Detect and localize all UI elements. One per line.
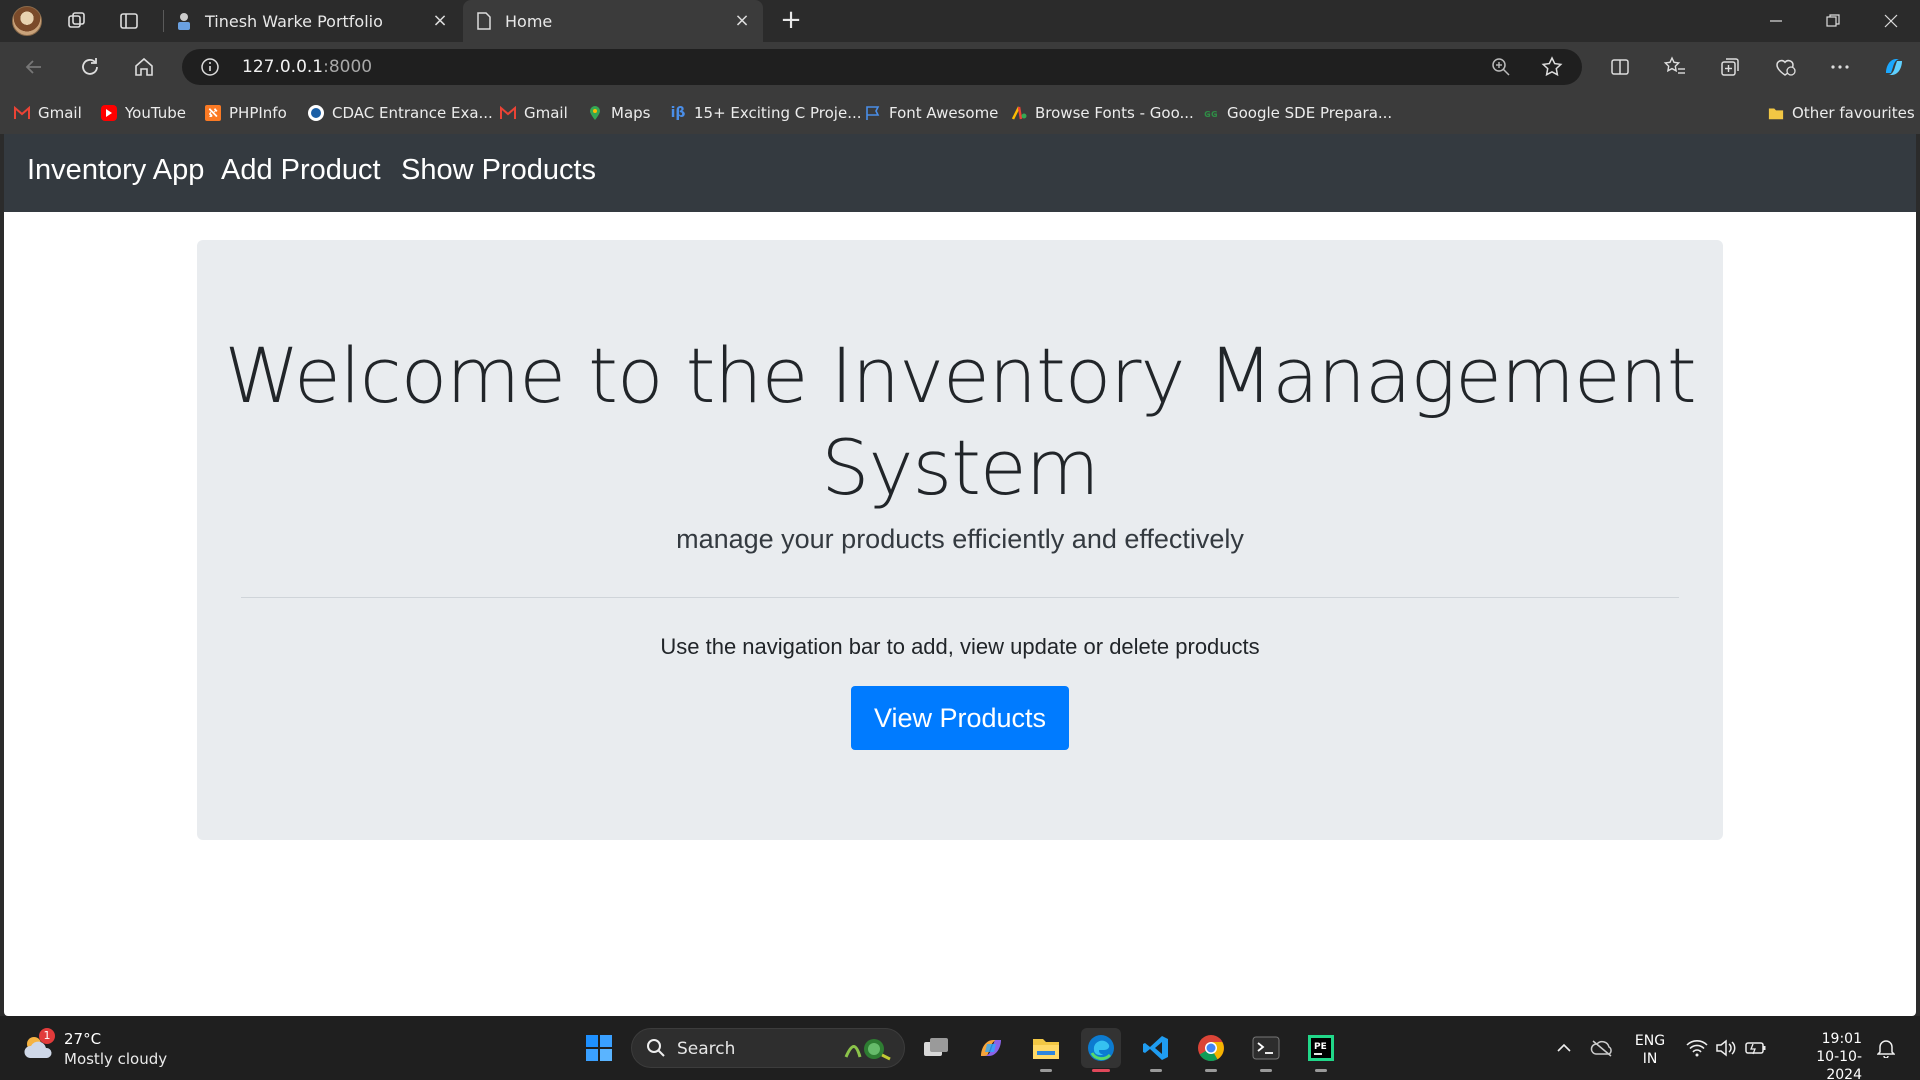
youtube-icon bbox=[101, 105, 117, 121]
other-favourites-folder[interactable]: Other favourites bbox=[1768, 102, 1915, 124]
battery-icon[interactable] bbox=[1743, 1032, 1769, 1064]
edge-taskbar-icon[interactable] bbox=[1081, 1028, 1121, 1072]
tab-portfolio[interactable]: Tinesh Warke Portfolio × bbox=[165, 0, 461, 42]
maps-icon bbox=[587, 105, 603, 121]
onedrive-offline-icon[interactable] bbox=[1588, 1032, 1616, 1064]
bookmark-google-fonts[interactable]: Browse Fonts - Goo... bbox=[1011, 102, 1194, 124]
tab-separator bbox=[163, 10, 164, 32]
cdac-icon bbox=[308, 105, 324, 121]
copilot-taskbar-icon[interactable] bbox=[971, 1028, 1011, 1068]
copilot-icon[interactable] bbox=[1880, 53, 1908, 81]
workspaces-icon[interactable] bbox=[62, 6, 92, 36]
file-explorer-icon[interactable] bbox=[1026, 1028, 1066, 1072]
pycharm-icon[interactable]: PE bbox=[1301, 1028, 1341, 1072]
running-indicator bbox=[1315, 1069, 1327, 1072]
bookmark-gmail[interactable]: Gmail bbox=[14, 102, 82, 124]
running-indicator bbox=[1260, 1069, 1272, 1072]
nav-add-product[interactable]: Add Product bbox=[221, 154, 381, 187]
running-indicator bbox=[1150, 1069, 1162, 1072]
clock[interactable]: 19:01 10-10-2024 bbox=[1782, 1030, 1862, 1080]
chrome-icon[interactable] bbox=[1191, 1028, 1231, 1072]
weather-condition: Mostly cloudy bbox=[64, 1050, 168, 1068]
input-language[interactable]: ENG IN bbox=[1630, 1032, 1670, 1068]
search-highlight-icon bbox=[842, 1035, 894, 1063]
gmail-icon bbox=[14, 105, 30, 121]
more-menu-icon[interactable] bbox=[1826, 53, 1854, 81]
close-window-icon[interactable] bbox=[1871, 6, 1911, 36]
bookmark-gmail-2[interactable]: Gmail bbox=[500, 102, 568, 124]
split-screen-icon[interactable] bbox=[1606, 53, 1634, 81]
flag-icon bbox=[865, 105, 881, 121]
taskbar: 1 27°C Mostly cloudy Search PE ENG IN 19… bbox=[0, 1016, 1920, 1080]
browser-title-bar: Tinesh Warke Portfolio × Home × + bbox=[0, 0, 1920, 42]
close-tab-icon[interactable]: × bbox=[733, 12, 751, 30]
new-tab-button[interactable]: + bbox=[776, 6, 806, 36]
svg-text:PE: PE bbox=[1314, 1042, 1327, 1052]
tab-home[interactable]: Home × bbox=[463, 0, 763, 42]
gfg-icon: ɢɢ bbox=[1204, 106, 1218, 120]
portfolio-favicon bbox=[175, 12, 193, 30]
minimize-icon[interactable] bbox=[1756, 6, 1796, 36]
weather-alert-badge: 1 bbox=[39, 1028, 55, 1044]
page-favicon bbox=[475, 12, 493, 30]
search-label: Search bbox=[677, 1039, 736, 1059]
tab-title: Home bbox=[505, 11, 553, 31]
lead-text: manage your products efficiently and eff… bbox=[676, 524, 1244, 554]
folder-icon bbox=[1768, 105, 1784, 121]
close-tab-icon[interactable]: × bbox=[431, 12, 449, 30]
active-indicator bbox=[1092, 1069, 1110, 1072]
show-hidden-icons-chevron-icon[interactable] bbox=[1552, 1032, 1576, 1064]
back-icon[interactable] bbox=[18, 51, 50, 83]
profile-avatar[interactable] bbox=[12, 6, 42, 36]
volume-icon[interactable] bbox=[1713, 1032, 1739, 1064]
browser-essentials-icon[interactable] bbox=[1771, 53, 1799, 81]
bookmark-youtube[interactable]: YouTube bbox=[101, 102, 186, 124]
vscode-icon[interactable] bbox=[1136, 1028, 1176, 1072]
task-view-button[interactable] bbox=[916, 1028, 956, 1068]
page-title: Welcome to the Inventory Management Syste… bbox=[224, 331, 1696, 512]
nav-show-products[interactable]: Show Products bbox=[401, 154, 596, 187]
interviewbit-icon: iβ bbox=[670, 105, 686, 121]
bookmark-font-awesome[interactable]: Font Awesome bbox=[865, 102, 998, 124]
instruction-text: Use the navigation bar to add, view upda… bbox=[660, 634, 1260, 659]
notifications-bell-icon[interactable] bbox=[1872, 1032, 1900, 1064]
bookmark-c-projects[interactable]: iβ 15+ Exciting C Proje... bbox=[670, 102, 862, 124]
google-fonts-icon bbox=[1011, 105, 1027, 121]
favorites-icon[interactable] bbox=[1661, 53, 1689, 81]
page-viewport: Inventory App Add Product Show Products … bbox=[4, 134, 1916, 1016]
weather-widget[interactable]: 1 27°C Mostly cloudy bbox=[22, 1026, 222, 1070]
search-icon bbox=[646, 1038, 666, 1058]
tab-title: Tinesh Warke Portfolio bbox=[205, 11, 383, 31]
bookmark-google-sde[interactable]: ɢɢ Google SDE Prepara... bbox=[1203, 102, 1392, 124]
wifi-icon[interactable] bbox=[1684, 1032, 1710, 1064]
terminal-icon[interactable] bbox=[1246, 1028, 1286, 1072]
app-navbar: Inventory App Add Product Show Products bbox=[4, 134, 1916, 212]
zoom-icon[interactable] bbox=[1490, 56, 1512, 78]
gmail-icon bbox=[500, 105, 516, 121]
xampp-icon: ℵ bbox=[205, 105, 221, 121]
refresh-icon[interactable] bbox=[74, 51, 106, 83]
weather-temperature: 27°C bbox=[64, 1030, 102, 1048]
vertical-tabs-icon[interactable] bbox=[114, 6, 144, 36]
start-button[interactable] bbox=[579, 1028, 619, 1068]
taskbar-search[interactable]: Search bbox=[631, 1028, 905, 1068]
favorite-star-icon[interactable] bbox=[1540, 55, 1564, 79]
bookmark-phpinfo[interactable]: ℵ PHPInfo bbox=[205, 102, 287, 124]
running-indicator bbox=[1040, 1069, 1052, 1072]
restore-icon[interactable] bbox=[1813, 6, 1853, 36]
divider bbox=[241, 597, 1679, 598]
address-bar[interactable]: 127.0.0.1:8000 bbox=[182, 49, 1582, 85]
view-products-button[interactable]: View Products bbox=[851, 686, 1069, 750]
collections-icon[interactable] bbox=[1716, 53, 1744, 81]
running-indicator bbox=[1205, 1069, 1217, 1072]
jumbotron: Welcome to the Inventory Management Syste… bbox=[197, 240, 1723, 840]
navbar-brand[interactable]: Inventory App bbox=[27, 154, 204, 187]
toolbar: 127.0.0.1:8000 bbox=[0, 42, 1920, 92]
bookmark-cdac[interactable]: CDAC Entrance Exa... bbox=[308, 102, 493, 124]
bookmark-maps[interactable]: Maps bbox=[587, 102, 650, 124]
site-info-icon[interactable] bbox=[200, 57, 220, 77]
home-icon[interactable] bbox=[128, 51, 160, 83]
url-text[interactable]: 127.0.0.1:8000 bbox=[242, 57, 372, 77]
favorites-bar: Gmail YouTube ℵ PHPInfo CDAC Entrance Ex… bbox=[0, 92, 1920, 216]
